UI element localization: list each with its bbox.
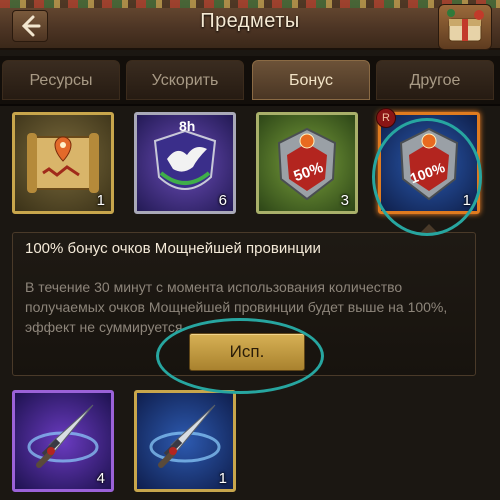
item-sword-purple[interactable]: 4: [12, 390, 114, 492]
item-title: 100% бонус очков Мощнейшей провинции: [25, 240, 321, 257]
item-map-scroll[interactable]: 1: [12, 112, 114, 214]
item-count: 6: [218, 192, 227, 209]
item-bonus-50[interactable]: 50% 3: [256, 112, 358, 214]
duration-badge: 8h: [179, 118, 195, 134]
item-count: 4: [96, 470, 105, 487]
item-count: 1: [218, 470, 227, 487]
tab-bonus[interactable]: Бонус: [252, 60, 370, 100]
item-bonus-100[interactable]: 100% 1: [378, 112, 480, 214]
use-button[interactable]: Исп.: [189, 333, 305, 371]
tab-other[interactable]: Другое: [376, 60, 494, 100]
item-description: В течение 30 минут с момента использован…: [25, 279, 448, 335]
item-count: 1: [96, 192, 105, 209]
item-count: 1: [462, 192, 471, 209]
tab-resources[interactable]: Ресурсы: [2, 60, 120, 100]
tab-speedups[interactable]: Ускорить: [126, 60, 244, 100]
page-title: Предметы: [200, 10, 300, 32]
garland-decoration: [0, 0, 500, 8]
item-detail-panel: 100% бонус очков Мощнейшей провинции В т…: [12, 232, 476, 376]
top-bar: Предметы: [0, 0, 500, 50]
item-sword-blue[interactable]: 1: [134, 390, 236, 492]
category-tabs: Ресурсы Ускорить Бонус Другое: [0, 56, 500, 106]
hot-item-badge-icon: R: [376, 108, 396, 128]
item-count: 3: [340, 192, 349, 209]
item-peace-shield[interactable]: 8h 6: [134, 112, 236, 214]
gift-chest-button[interactable]: [438, 4, 492, 50]
gift-chest-icon: [447, 9, 484, 42]
